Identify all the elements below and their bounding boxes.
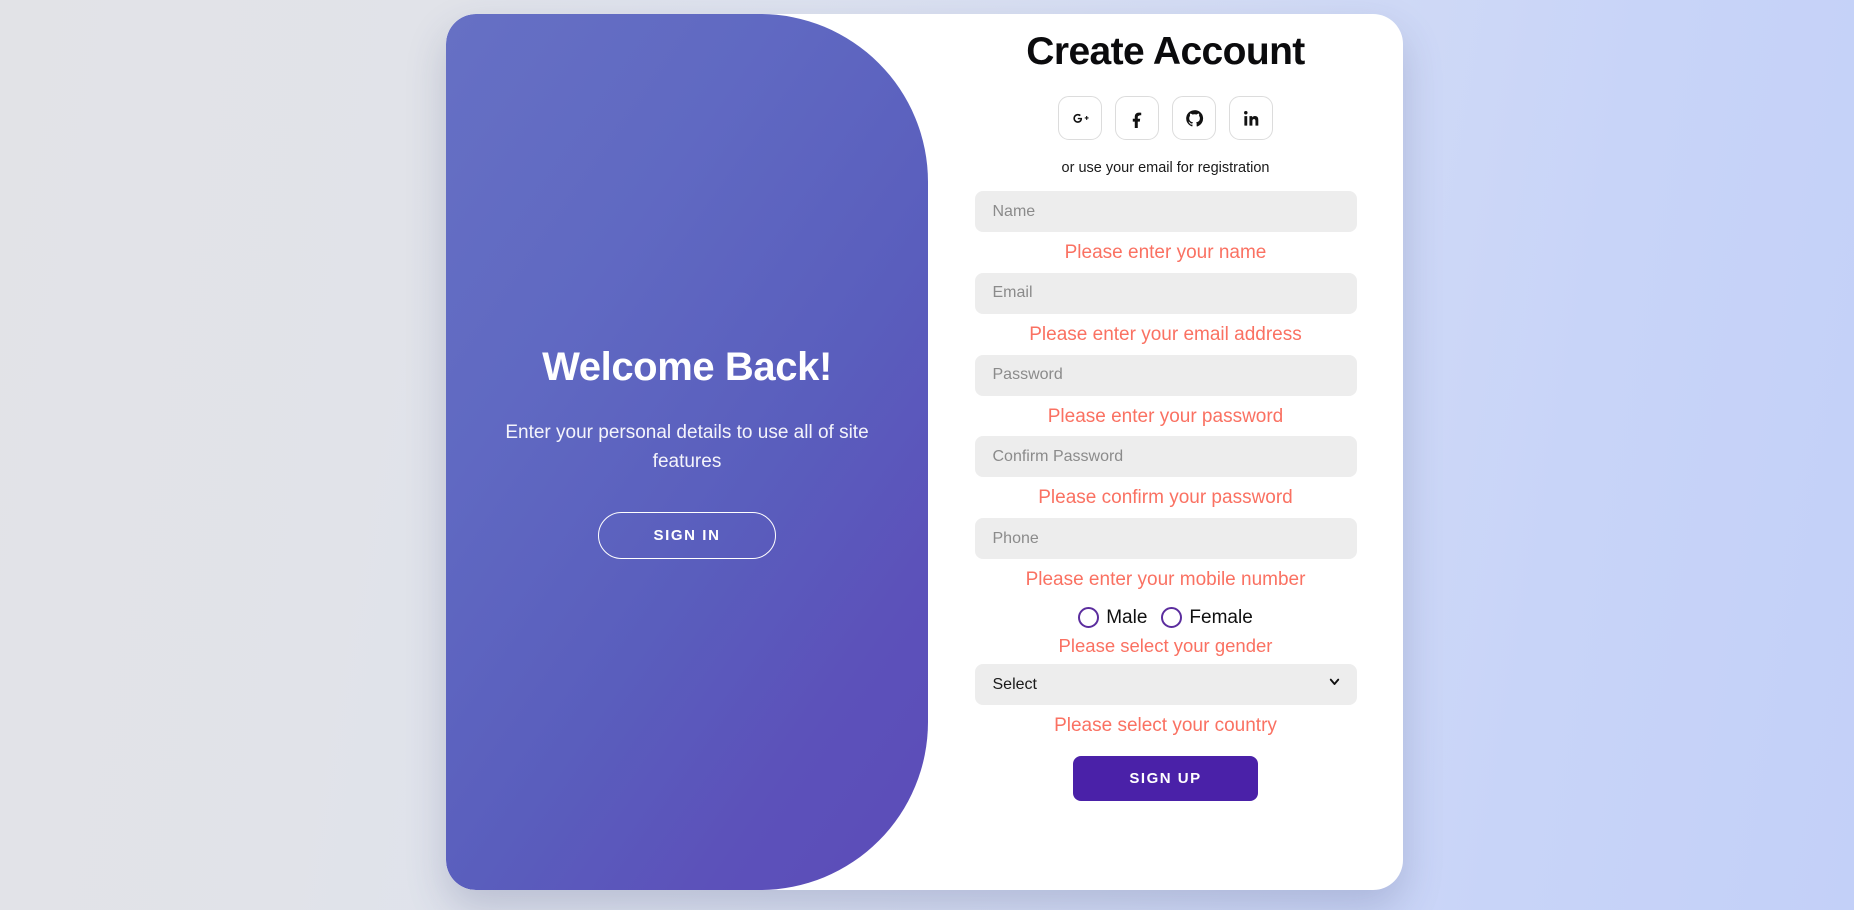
gender-option-male[interactable]: Male — [1078, 607, 1147, 629]
country-error: Please select your country — [1054, 714, 1277, 736]
radio-male-icon[interactable] — [1078, 607, 1100, 629]
linkedin-icon — [1242, 109, 1261, 128]
gender-error: Please select your gender — [1058, 634, 1273, 656]
auth-card: Welcome Back! Enter your personal detail… — [446, 14, 1403, 890]
welcome-title: Welcome Back! — [542, 345, 832, 390]
radio-female-icon[interactable] — [1161, 607, 1183, 629]
country-select-wrapper: Select — [974, 663, 1357, 705]
google-plus-button[interactable] — [1058, 96, 1102, 140]
google-plus-icon — [1071, 109, 1090, 128]
confirm-password-error: Please confirm your password — [1038, 487, 1293, 509]
welcome-panel: Welcome Back! Enter your personal detail… — [446, 14, 928, 890]
welcome-subtitle: Enter your personal details to use all o… — [505, 422, 869, 472]
phone-error: Please enter your mobile number — [1025, 569, 1306, 590]
password-input[interactable] — [974, 354, 1357, 396]
github-button[interactable] — [1172, 96, 1216, 140]
linkedin-button[interactable] — [1229, 96, 1273, 140]
social-login-row — [1058, 96, 1273, 140]
facebook-button[interactable] — [1115, 96, 1159, 140]
signup-form-panel: Create Account or use your email for reg… — [928, 14, 1403, 890]
sign-up-button[interactable]: SIGN UP — [1073, 755, 1258, 801]
gender-female-label: Female — [1189, 606, 1253, 628]
page-title: Create Account — [1026, 30, 1305, 73]
name-input[interactable] — [974, 191, 1357, 232]
password-error: Please enter your password — [1047, 405, 1284, 427]
name-error: Please enter your name — [1064, 242, 1267, 263]
facebook-icon — [1128, 109, 1147, 128]
email-registration-hint: or use your email for registration — [1061, 160, 1270, 176]
sign-in-button[interactable]: SIGN IN — [598, 511, 776, 559]
confirm-password-input[interactable] — [974, 436, 1357, 478]
github-icon — [1185, 109, 1204, 128]
gender-option-female[interactable]: Female — [1161, 606, 1253, 629]
gender-male-label: Male — [1106, 606, 1148, 628]
gender-radio-group: Male Female — [1078, 607, 1253, 629]
email-input[interactable] — [974, 272, 1357, 314]
country-select[interactable]: Select — [974, 663, 1357, 705]
email-error: Please enter your email address — [1029, 323, 1302, 345]
phone-input[interactable] — [974, 518, 1357, 559]
